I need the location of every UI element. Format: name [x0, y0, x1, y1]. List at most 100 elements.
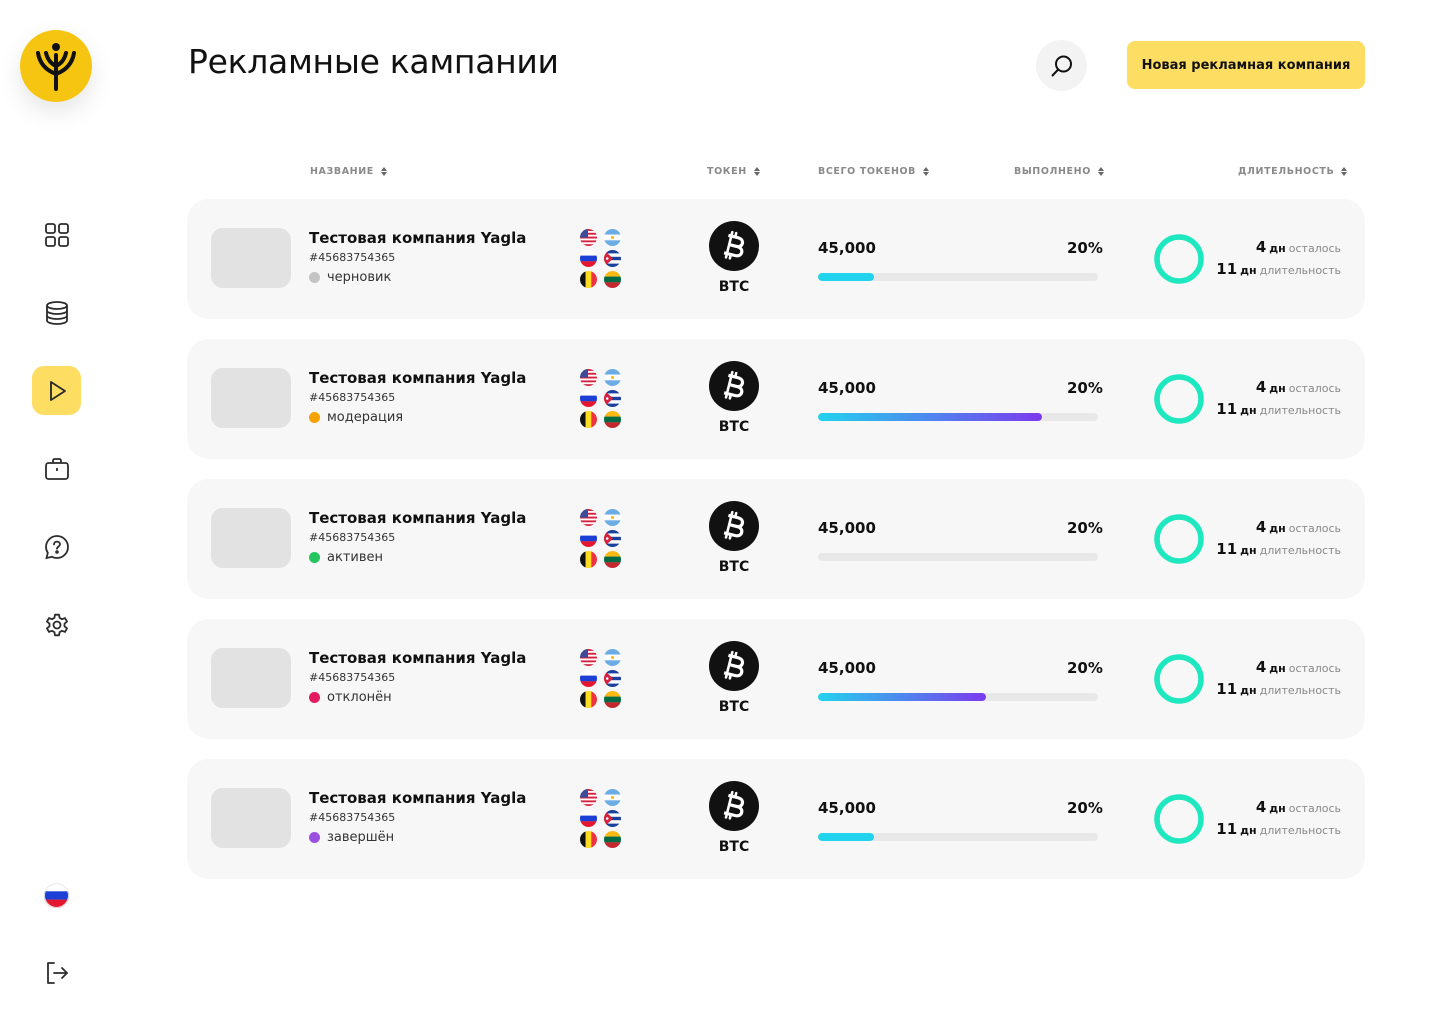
campaign-status: модерация — [309, 410, 403, 425]
sort-icon — [753, 167, 760, 176]
sort-icon — [1097, 167, 1104, 176]
nav-settings[interactable] — [32, 600, 81, 649]
days-left-unit: дн — [1269, 242, 1286, 255]
nav-database[interactable] — [32, 288, 81, 337]
geo-flags — [580, 649, 624, 708]
column-header-total-label: ВСЕГО ТОКЕНОВ — [818, 166, 917, 177]
days-total-label: длительность — [1259, 404, 1341, 417]
search-button[interactable] — [1036, 40, 1087, 91]
progress-bar-fill — [818, 413, 1042, 421]
campaign-id: #45683754365 — [309, 391, 396, 404]
done-percent: 20% — [1067, 519, 1103, 537]
campaign-thumbnail — [211, 508, 291, 568]
new-campaign-button[interactable]: Новая рекламная компания — [1127, 41, 1365, 89]
geo-flags — [580, 509, 624, 568]
total-tokens: 45,000 — [818, 519, 876, 537]
belgium-flag-icon — [580, 691, 597, 708]
days-total-label: длительность — [1259, 684, 1341, 697]
progress-bar — [818, 413, 1098, 421]
column-header-duration[interactable]: ДЛИТЕЛЬНОСТЬ — [1238, 166, 1348, 177]
days-total: 11 дн длительность — [1216, 399, 1341, 418]
nav-dashboard[interactable] — [32, 210, 81, 259]
progress-bar-fill — [818, 273, 874, 281]
status-label: активен — [327, 550, 383, 565]
belgium-flag-icon — [580, 271, 597, 288]
days-left-label: осталось — [1288, 662, 1341, 675]
briefcase-icon — [44, 457, 69, 480]
days-total-value: 11 — [1216, 680, 1238, 698]
done-percent: 20% — [1067, 659, 1103, 677]
campaign-status: завершён — [309, 830, 394, 845]
usa-flag-icon — [580, 509, 597, 526]
logout-button[interactable] — [42, 958, 72, 988]
days-left: 4 дн осталось — [1256, 657, 1341, 676]
logout-icon — [47, 962, 68, 984]
status-label: завершён — [327, 830, 395, 845]
bitcoin-glyph — [723, 230, 745, 260]
argentina-flag-icon — [604, 789, 621, 806]
days-total-value: 11 — [1216, 540, 1238, 558]
lithuania-flag-icon — [604, 411, 621, 428]
bitcoin-icon — [709, 781, 759, 831]
status-dot-icon — [309, 692, 320, 703]
column-header-total[interactable]: ВСЕГО ТОКЕНОВ — [818, 166, 930, 177]
days-left-unit: дн — [1269, 382, 1286, 395]
progress-bar — [818, 553, 1098, 561]
campaign-status: активен — [309, 550, 383, 565]
status-dot-icon — [309, 272, 320, 283]
bitcoin-icon — [709, 221, 759, 271]
token-label: BTC — [718, 839, 750, 855]
lithuania-flag-icon — [604, 691, 621, 708]
days-total-value: 11 — [1216, 400, 1238, 418]
progress-bar — [818, 273, 1098, 281]
campaign-thumbnail — [211, 788, 291, 848]
language-russia-flag-icon[interactable] — [44, 883, 69, 908]
sort-icon — [380, 167, 387, 176]
campaign-row[interactable]: Тестовая компания Yagla #45683754365 откло… — [187, 619, 1365, 739]
done-percent: 20% — [1067, 239, 1103, 257]
belgium-flag-icon — [580, 831, 597, 848]
duration-ring — [1154, 514, 1204, 564]
database-icon — [45, 300, 68, 325]
days-left-label: осталось — [1288, 242, 1341, 255]
russia-flag-icon — [580, 670, 597, 687]
days-total-label: длительность — [1259, 264, 1341, 277]
bitcoin-glyph — [723, 510, 745, 540]
days-total: 11 дн длительность — [1216, 679, 1341, 698]
nav-help[interactable] — [32, 522, 81, 571]
help-chat-icon — [44, 534, 69, 559]
dashboard-icon — [44, 222, 69, 247]
argentina-flag-icon — [604, 509, 621, 526]
status-label: модерация — [327, 410, 404, 425]
column-header-token[interactable]: ТОКЕН — [707, 166, 760, 177]
days-left-value: 4 — [1255, 518, 1267, 536]
argentina-flag-icon — [604, 229, 621, 246]
cuba-flag-icon — [604, 390, 621, 407]
argentina-flag-icon — [604, 649, 621, 666]
yagla-logo-icon[interactable] — [20, 30, 92, 102]
campaign-row[interactable]: Тестовая компания Yagla #45683754365 завер… — [187, 759, 1365, 879]
days-total-label: длительность — [1259, 824, 1341, 837]
nav-campaigns[interactable] — [32, 366, 81, 415]
nav-briefcase[interactable] — [32, 444, 81, 493]
days-left-label: осталось — [1288, 802, 1341, 815]
days-total-unit: дн — [1240, 544, 1257, 557]
campaign-row[interactable]: Тестовая компания Yagla #45683754365 модер… — [187, 339, 1365, 459]
days-left-unit: дн — [1269, 802, 1286, 815]
days-total-unit: дн — [1240, 824, 1257, 837]
token-label: BTC — [718, 279, 750, 295]
progress-bar-fill — [818, 693, 986, 701]
lithuania-flag-icon — [604, 551, 621, 568]
campaign-name: Тестовая компания Yagla — [309, 509, 527, 527]
days-left: 4 дн осталось — [1256, 517, 1341, 536]
duration-ring — [1154, 654, 1204, 704]
geo-flags — [580, 229, 624, 288]
campaign-row[interactable]: Тестовая компания Yagla #45683754365 актив… — [187, 479, 1365, 599]
campaign-row[interactable]: Тестовая компания Yagla #45683754365 черно… — [187, 199, 1365, 319]
geo-flags — [580, 369, 624, 428]
column-header-name[interactable]: НАЗВАНИЕ — [310, 166, 387, 177]
column-header-token-label: ТОКЕН — [707, 166, 747, 177]
column-header-done[interactable]: ВЫПОЛНЕНО — [1014, 166, 1104, 177]
done-percent: 20% — [1067, 799, 1103, 817]
cuba-flag-icon — [604, 810, 621, 827]
